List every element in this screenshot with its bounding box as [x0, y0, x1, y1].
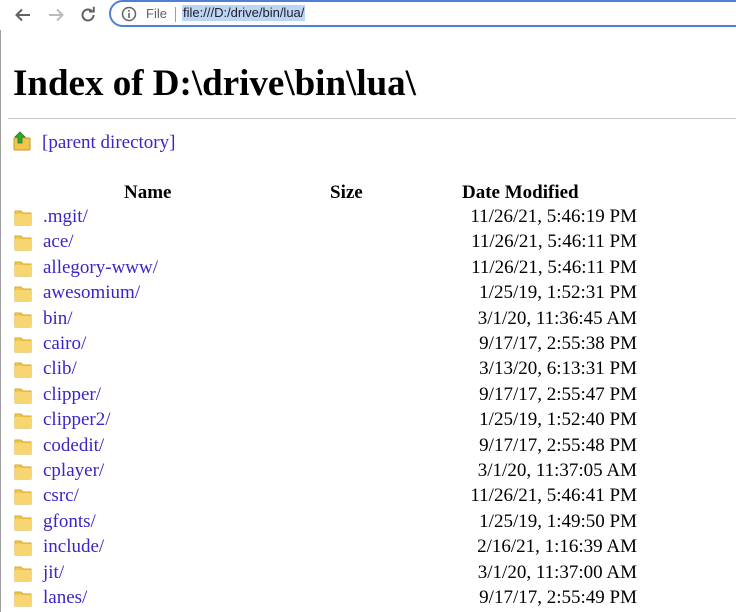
list-item: codedit/ 9/17/17, 2:55:48 PM — [0, 434, 736, 459]
up-folder-icon — [13, 131, 31, 151]
forward-button[interactable] — [45, 4, 67, 26]
back-arrow-icon — [15, 8, 30, 22]
folder-icon — [14, 312, 32, 328]
omnibox-divider — [175, 7, 176, 22]
back-button[interactable] — [12, 4, 34, 26]
column-header-size: Size — [330, 182, 363, 203]
column-header-name: Name — [124, 182, 172, 203]
date-modified: 1/25/19, 1:52:40 PM — [479, 409, 637, 431]
list-item: csrc/ 11/26/21, 5:46:41 PM — [0, 484, 736, 509]
date-modified: 1/25/19, 1:49:50 PM — [479, 510, 637, 532]
date-modified: 11/26/21, 5:46:19 PM — [470, 206, 637, 227]
list-item: awesomium/ 1/25/19, 1:52:31 PM — [0, 281, 736, 306]
page-title: Index of D:\drive\bin\lua\ — [13, 63, 416, 104]
folder-link[interactable]: jit/ — [43, 562, 64, 584]
address-bar[interactable]: File file:///D:/drive/bin/lua/ — [109, 0, 736, 27]
folder-icon — [14, 337, 32, 353]
parent-directory-link[interactable]: [parent directory] — [42, 132, 175, 154]
date-modified: 9/17/17, 2:55:47 PM — [479, 383, 637, 405]
folder-link[interactable]: csrc/ — [43, 485, 79, 507]
info-icon[interactable] — [121, 6, 137, 22]
date-modified: 9/17/17, 2:55:48 PM — [479, 434, 637, 456]
date-modified: 9/17/17, 2:55:49 PM — [479, 587, 637, 608]
date-modified: 3/1/20, 11:37:05 AM — [477, 460, 637, 481]
list-item: gfonts/ 1/25/19, 1:49:50 PM — [0, 510, 736, 535]
url-text[interactable]: file:///D:/drive/bin/lua/ — [182, 5, 306, 21]
list-item: cairo/ 9/17/17, 2:55:38 PM — [0, 332, 736, 357]
list-item: ace/ 11/26/21, 5:46:11 PM — [0, 230, 736, 255]
list-item: clipper/ 9/17/17, 2:55:47 PM — [0, 383, 736, 408]
folder-icon — [14, 540, 32, 556]
reload-button[interactable] — [77, 4, 99, 26]
list-item: .mgit/ 11/26/21, 5:46:19 PM — [0, 205, 736, 230]
folder-icon — [14, 210, 32, 226]
list-item: include/ 2/16/21, 1:16:39 AM — [0, 535, 736, 560]
folder-link[interactable]: allegory-www/ — [43, 257, 158, 279]
list-item: cplayer/ 3/1/20, 11:37:05 AM — [0, 459, 736, 484]
date-modified: 11/26/21, 5:46:41 PM — [470, 485, 637, 507]
list-item: lanes/ 9/17/17, 2:55:49 PM — [0, 586, 736, 611]
list-item: clib/ 3/13/20, 6:13:31 PM — [0, 357, 736, 382]
date-modified: 1/25/19, 1:52:31 PM — [479, 282, 637, 304]
list-item: allegory-www/ 11/26/21, 5:46:11 PM — [0, 256, 736, 281]
date-modified: 11/26/21, 5:46:11 PM — [471, 256, 637, 278]
list-item: bin/ 3/1/20, 11:36:45 AM — [0, 307, 736, 332]
folder-icon — [14, 413, 32, 429]
divider — [8, 118, 736, 119]
folder-icon — [14, 439, 32, 455]
reload-icon — [81, 6, 95, 22]
list-item: jit/ 3/1/20, 11:37:00 AM — [0, 561, 736, 586]
folder-link[interactable]: awesomium/ — [43, 282, 140, 304]
date-modified: 2/16/21, 1:16:39 AM — [477, 536, 637, 558]
folder-icon — [14, 388, 32, 404]
list-item: clipper2/ 1/25/19, 1:52:40 PM — [0, 408, 736, 433]
folder-link[interactable]: ace/ — [43, 231, 74, 253]
folder-link[interactable]: codedit/ — [43, 435, 104, 457]
browser-toolbar: File file:///D:/drive/bin/lua/ — [0, 0, 736, 30]
date-modified: 3/13/20, 6:13:31 PM — [479, 358, 637, 380]
date-modified: 3/1/20, 11:37:00 AM — [477, 561, 637, 583]
date-modified: 11/26/21, 5:46:11 PM — [471, 231, 637, 253]
scheme-label: File — [146, 6, 167, 21]
folder-icon — [14, 515, 32, 531]
folder-icon — [14, 286, 32, 302]
folder-link[interactable]: cplayer/ — [43, 460, 104, 482]
date-modified: 3/1/20, 11:36:45 AM — [477, 307, 637, 329]
forward-arrow-icon — [49, 8, 64, 22]
folder-icon — [14, 362, 32, 378]
folder-link[interactable]: gfonts/ — [43, 511, 96, 533]
folder-icon — [14, 464, 32, 480]
folder-link[interactable]: clipper/ — [43, 384, 101, 406]
date-modified: 9/17/17, 2:55:38 PM — [479, 333, 637, 354]
folder-icon — [14, 489, 32, 505]
folder-icon — [14, 591, 32, 607]
folder-icon — [14, 235, 32, 251]
folder-link[interactable]: clipper2/ — [43, 409, 111, 431]
folder-link[interactable]: bin/ — [43, 308, 73, 330]
folder-link[interactable]: .mgit/ — [43, 206, 88, 228]
column-header-date: Date Modified — [462, 182, 579, 203]
folder-link[interactable]: clib/ — [43, 358, 77, 380]
folder-link[interactable]: include/ — [43, 536, 104, 558]
folder-icon — [14, 566, 32, 582]
folder-link[interactable]: cairo/ — [43, 333, 86, 355]
folder-icon — [14, 261, 32, 277]
folder-link[interactable]: lanes/ — [43, 587, 87, 609]
